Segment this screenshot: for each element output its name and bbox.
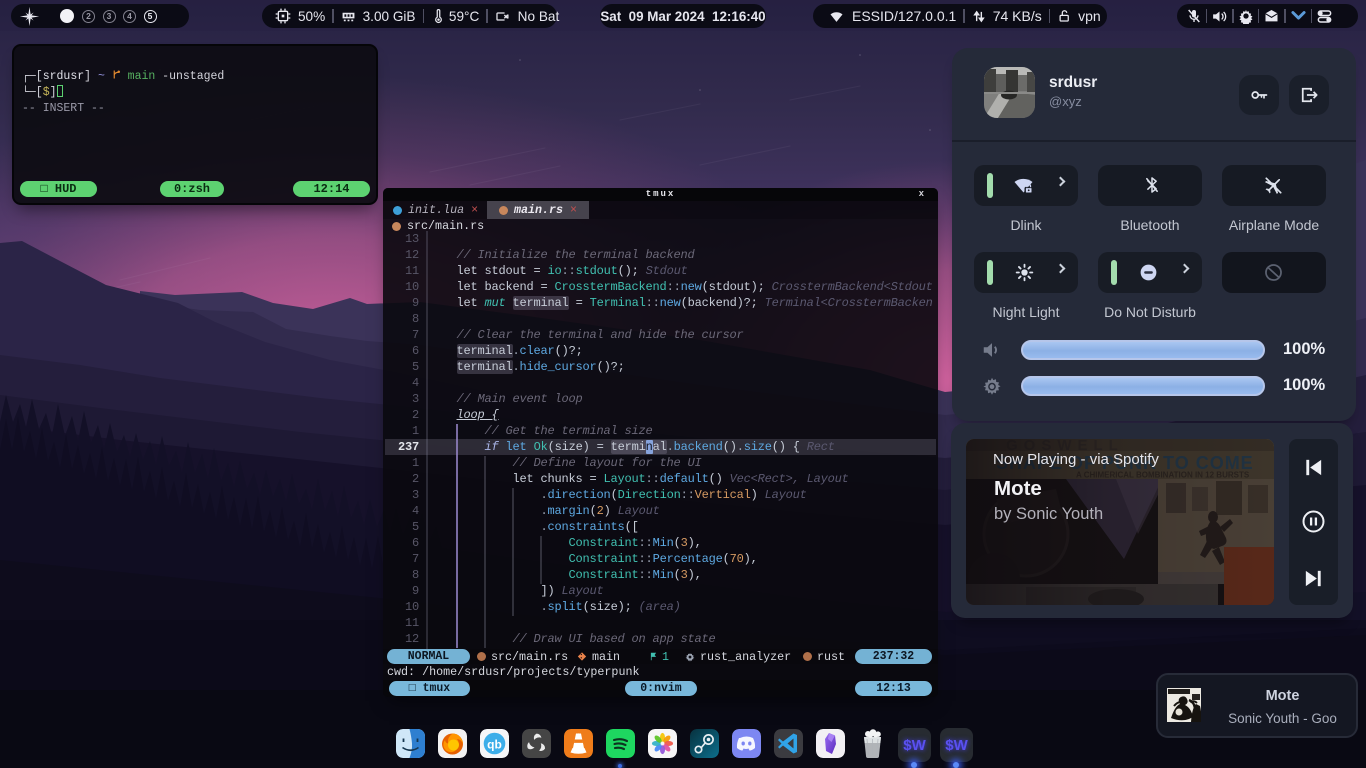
svg-text:qb: qb: [487, 738, 502, 752]
